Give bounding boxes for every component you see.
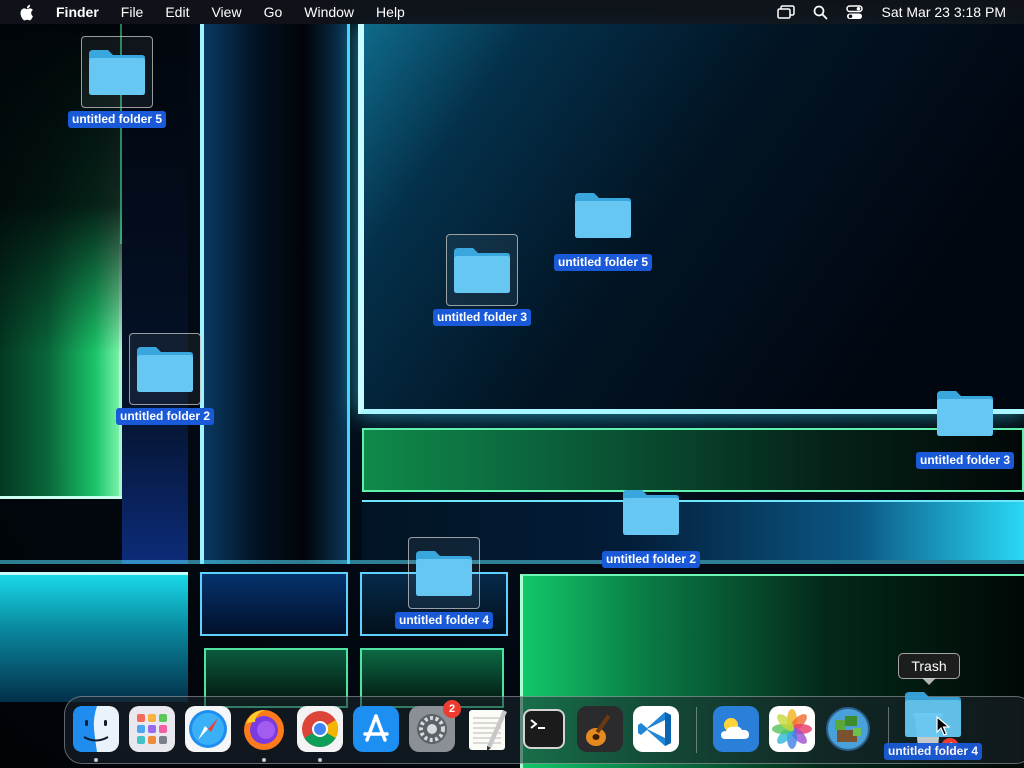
folder-label: untitled folder 5 [554,254,652,271]
menu-view[interactable]: View [200,0,252,24]
running-indicator [262,758,266,762]
dock-app-minecraft[interactable] [825,706,871,752]
wallpaper-shape [0,572,188,702]
folder-label: untitled folder 3 [916,452,1014,469]
dock-app-photos[interactable] [769,706,815,752]
control-center-icon[interactable] [844,2,864,22]
wallpaper-shape [0,496,122,499]
desktop-folder[interactable]: untitled folder 5 [548,179,658,271]
folder-icon [905,692,961,737]
folder-icon [81,36,153,108]
desktop-folder[interactable]: untitled folder 4 [389,537,499,629]
menu-edit[interactable]: Edit [154,0,200,24]
desktop-folder[interactable]: untitled folder 2 [110,333,220,425]
running-indicator [318,758,322,762]
dock-app-launchpad[interactable] [129,706,175,752]
dock-separator [696,707,697,753]
folder-icon [567,179,639,251]
running-indicator [94,758,98,762]
dock-app-vscode[interactable] [633,706,679,752]
app-store-icon [353,706,399,752]
trash-tooltip: Trash [898,653,960,679]
screen-mirroring-icon[interactable] [776,2,796,22]
menu-bar-clock[interactable]: Sat Mar 23 3:18 PM [881,4,1006,20]
folder-icon [408,537,480,609]
folder-label: untitled folder 4 [395,612,493,629]
folder-icon [929,377,1001,449]
notification-badge: 2 [443,700,461,718]
dock-app-system-settings[interactable]: 2 [409,700,461,752]
spotlight-search-icon[interactable] [810,2,830,22]
launchpad-icon [129,706,175,752]
wallpaper-shape [358,24,1024,414]
tooltip-arrow [922,678,936,685]
folder-icon [615,476,687,548]
weather-icon [713,706,759,752]
menu-go[interactable]: Go [253,0,294,24]
garageband-icon [577,706,623,752]
vscode-icon [633,706,679,752]
dock-app-chrome[interactable] [297,706,343,762]
folder-label: untitled folder 4 [884,743,982,760]
menu-file[interactable]: File [110,0,155,24]
terminal-icon [523,709,565,749]
dragged-folder[interactable]: untitled folder 4 [878,688,988,760]
textedit-icon [469,710,507,751]
menu-window[interactable]: Window [293,0,365,24]
firefox-icon [244,710,284,750]
chrome-icon [297,706,343,752]
apple-logo-icon[interactable] [18,3,34,21]
menu-bar: Finder File Edit View Go Window Help Sat… [0,0,1024,24]
folder-label: untitled folder 2 [602,551,700,568]
wallpaper-shape [0,560,1024,564]
menu-app-finder[interactable]: Finder [46,0,110,24]
desktop-folder[interactable]: untitled folder 3 [910,377,1020,469]
desktop-folder[interactable]: untitled folder 2 [596,476,706,568]
desktop-folder[interactable]: untitled folder 5 [62,36,172,128]
dock-app-garageband[interactable] [577,706,623,752]
folder-label: untitled folder 3 [433,309,531,326]
dock-app-firefox[interactable] [241,706,287,762]
safari-icon [185,706,231,752]
finder-icon [73,706,119,752]
menu-help[interactable]: Help [365,0,416,24]
dock-app-textedit[interactable] [465,706,511,752]
wallpaper-shape [200,24,350,564]
dock-app-finder[interactable] [73,706,119,762]
mouse-cursor-icon [936,715,951,741]
wallpaper-shape [200,572,348,636]
photos-icon [769,706,815,752]
dock-app-safari[interactable] [185,706,231,752]
dock-app-terminal[interactable] [521,706,567,752]
dock-app-weather[interactable] [713,706,759,752]
folder-label: untitled folder 5 [68,111,166,128]
minecraft-icon [826,707,870,751]
folder-icon [446,234,518,306]
dock-app-app-store[interactable] [353,706,399,752]
desktop-folder[interactable]: untitled folder 3 [427,234,537,326]
folder-label: untitled folder 2 [116,408,214,425]
folder-icon [129,333,201,405]
